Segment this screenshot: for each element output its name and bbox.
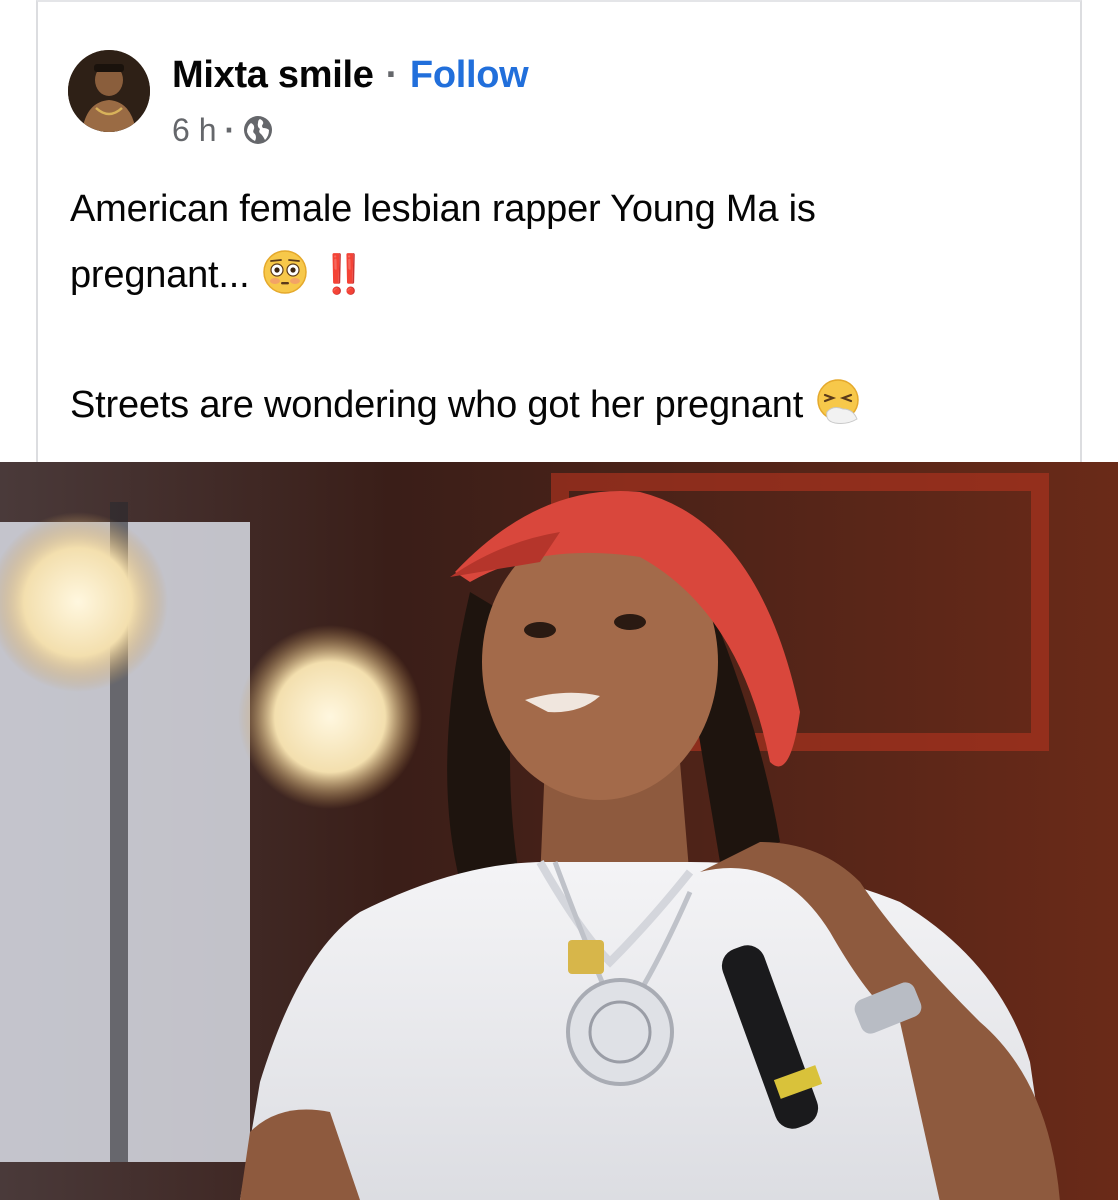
post-line-2-text: pregnant... <box>70 254 250 296</box>
post-header: Mixta smile · Follow <box>172 52 529 98</box>
post-blank-line <box>70 308 1060 372</box>
post-line-2: pregnant... ‼️ <box>70 242 1060 308</box>
post-body: American female lesbian rapper Young Ma … <box>70 176 1060 438</box>
post-line-1: American female lesbian rapper Young Ma … <box>70 188 816 230</box>
post-line-3: Streets are wondering who got her pregna… <box>70 372 1060 438</box>
flushed-face-emoji <box>263 250 307 294</box>
avatar-image <box>68 50 150 132</box>
author-avatar[interactable] <box>68 50 150 132</box>
post-meta: 6 h · <box>172 110 273 150</box>
header-separator: · <box>385 53 399 96</box>
globe-icon <box>244 116 273 144</box>
post-timestamp[interactable]: 6 h <box>172 112 216 149</box>
author-name[interactable]: Mixta smile <box>172 54 374 97</box>
post-photo[interactable] <box>0 462 1118 1200</box>
facebook-post: Mixta smile · Follow 6 h · American fema… <box>0 0 1118 1200</box>
follow-button[interactable]: Follow <box>410 54 529 97</box>
concert-photo-image <box>0 462 1118 1200</box>
sneezing-face-emoji <box>817 379 860 424</box>
post-line-3-text: Streets are wondering who got her pregna… <box>70 384 804 426</box>
double-exclamation-icon: ‼️ <box>320 254 368 296</box>
meta-separator: · <box>224 111 236 148</box>
